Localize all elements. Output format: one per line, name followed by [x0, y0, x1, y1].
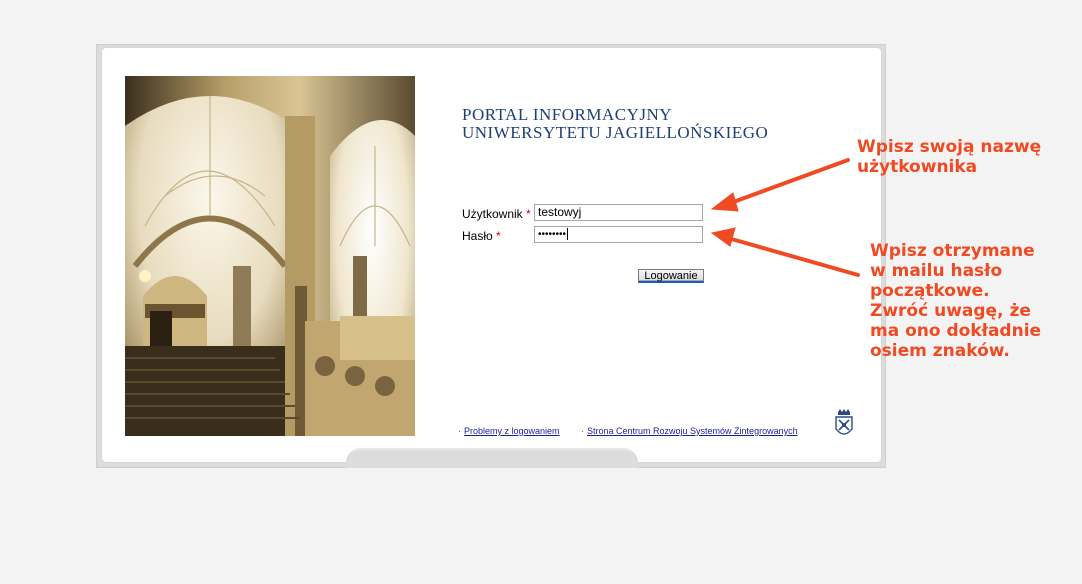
username-annotation-line1: Wpisz swoją nazwę: [857, 137, 1042, 157]
password-annotation-line3: początkowe.: [870, 281, 990, 301]
password-annotation-line1: Wpisz otrzymane: [870, 241, 1035, 261]
username-annotation: Wpisz swoją nazwę użytkownika: [857, 137, 1041, 177]
password-annotation-line2: w mailu hasło: [870, 261, 1003, 281]
password-annotation-line4: Zwróć uwagę, że: [870, 301, 1031, 321]
password-annotation-line5: ma ono dokładnie: [870, 321, 1042, 341]
password-annotation: Wpisz otrzymane w mailu hasło początkowe…: [870, 241, 1041, 361]
username-annotation-line2: użytkownika: [857, 157, 978, 177]
password-annotation-line6: osiem znaków.: [870, 341, 1010, 361]
